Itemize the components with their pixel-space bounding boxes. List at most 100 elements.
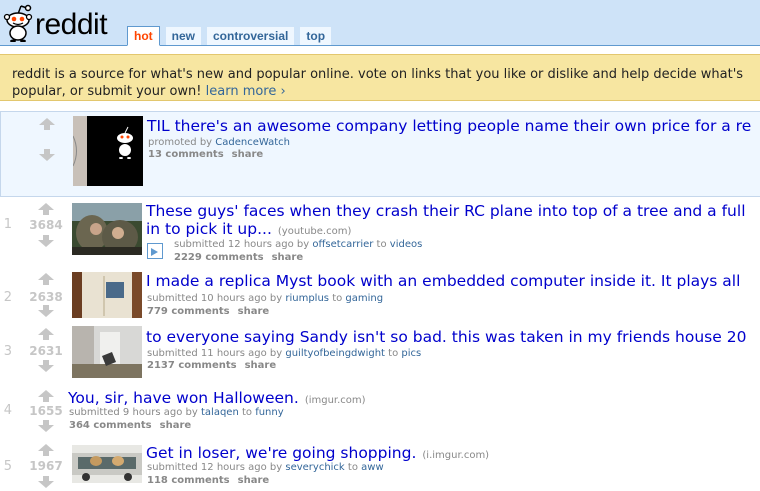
post-score: 3684 [29, 218, 63, 232]
comments-link[interactable]: 2137 comments [147, 360, 237, 371]
share-link[interactable]: share [238, 475, 270, 486]
rc-plane-video-image [72, 203, 142, 255]
share-link[interactable]: share [232, 149, 264, 160]
dogs-in-car-image [72, 445, 142, 483]
infobar-line2: popular, or submit your own! [12, 84, 206, 99]
post-to: to [344, 462, 362, 473]
header: reddit hot new controversial top [0, 0, 760, 46]
post-rank: 2 [3, 290, 12, 305]
subreddit-link[interactable]: aww [361, 462, 384, 473]
post-author-link[interactable]: talaqen [201, 407, 239, 418]
post-domain[interactable]: (imgur.com) [305, 395, 366, 406]
downvote-arrow-icon[interactable] [38, 420, 54, 432]
tab-top[interactable]: top [300, 27, 332, 45]
post-buttons: 2229 comments share [174, 252, 311, 263]
post-rank: 4 [3, 403, 12, 418]
post-tagline: submitted 11 hours ago by guiltyofbeingd… [147, 348, 421, 359]
promoted-link: TIL there's an awesome company letting p… [0, 111, 760, 197]
post-author-link[interactable]: offsetcarrier [312, 239, 373, 250]
post-buttons: 118 comments share [147, 475, 277, 486]
comments-link[interactable]: 779 comments [147, 306, 230, 317]
infobar-text: reddit is a source for what's new and po… [12, 66, 760, 100]
share-link[interactable]: share [245, 360, 277, 371]
comments-link[interactable]: 2229 comments [174, 252, 264, 263]
post-thumbnail[interactable] [72, 272, 142, 318]
post-age: submitted 9 hours ago by [69, 407, 201, 418]
post-score: 1655 [29, 404, 63, 418]
flooded-house-image [72, 326, 142, 378]
expando-button[interactable] [147, 243, 163, 259]
sort-tabs: hot new controversial top [127, 26, 337, 46]
welcome-infobar: reddit is a source for what's new and po… [0, 54, 760, 101]
post-buttons: 779 comments share [147, 306, 277, 317]
share-link[interactable]: share [160, 420, 192, 431]
post-title-text: You, sir, have won Halloween. [68, 389, 299, 407]
post-title[interactable]: to everyone saying Sandy isn't so bad. t… [146, 328, 746, 346]
snoo-alien-icon [3, 4, 33, 42]
post-thumbnail[interactable] [72, 445, 142, 483]
promoted-buttons: 13 comments share [148, 149, 271, 160]
promoted-tagline: promoted by CadenceWatch [148, 137, 290, 148]
post-rank: 5 [3, 459, 12, 474]
post-buttons: 364 comments share [69, 420, 199, 431]
upvote-arrow-icon[interactable] [38, 203, 54, 215]
post-author-link[interactable]: severychick [285, 462, 344, 473]
downvote-arrow-icon[interactable] [38, 360, 54, 372]
post-thumbnail[interactable] [72, 326, 142, 378]
upvote-arrow-icon[interactable] [39, 118, 55, 130]
post-to: to [384, 348, 402, 359]
post-title-text: Get in loser, we're going shopping. [146, 444, 417, 462]
logo-wordmark: reddit [35, 8, 108, 41]
post-tagline: submitted 12 hours ago by offsetcarrier … [174, 239, 422, 250]
subreddit-link[interactable]: funny [255, 407, 283, 418]
tab-controversial[interactable]: controversial [207, 27, 295, 45]
comments-link[interactable]: 364 comments [69, 420, 152, 431]
upvote-arrow-icon[interactable] [38, 390, 54, 402]
post-score: 1967 [29, 459, 63, 473]
promoted-thumbnail[interactable] [73, 116, 143, 186]
upvote-arrow-icon[interactable] [38, 444, 54, 456]
post-age: submitted 11 hours ago by [147, 348, 286, 359]
downvote-arrow-icon[interactable] [39, 149, 55, 161]
subreddit-link[interactable]: gaming [345, 293, 383, 304]
post-thumbnail[interactable] [72, 203, 142, 255]
post-age: submitted 12 hours ago by [147, 462, 286, 473]
subreddit-link[interactable]: videos [390, 239, 423, 250]
comments-link[interactable]: 13 comments [148, 149, 224, 160]
post-domain[interactable]: (i.imgur.com) [422, 450, 489, 461]
post-title[interactable]: These guys' faces when they crash their … [146, 202, 746, 220]
upvote-arrow-icon[interactable] [38, 273, 54, 285]
promoted-title[interactable]: TIL there's an awesome company letting p… [147, 117, 751, 135]
downvote-arrow-icon[interactable] [38, 235, 54, 247]
post-title[interactable]: You, sir, have won Halloween. (imgur.com) [68, 389, 366, 407]
downvote-arrow-icon[interactable] [38, 476, 54, 488]
tab-new[interactable]: new [165, 27, 201, 45]
reddit-logo[interactable]: reddit [2, 2, 108, 42]
post-score: 2638 [29, 290, 63, 304]
upvote-arrow-icon[interactable] [38, 328, 54, 340]
post-title[interactable]: I made a replica Myst book with an embed… [146, 272, 740, 290]
share-link[interactable]: share [272, 252, 304, 263]
post-author-link[interactable]: guiltyofbeingdwight [285, 348, 385, 359]
post-score: 2631 [29, 344, 63, 358]
play-video-icon [151, 248, 158, 256]
post-domain[interactable]: (youtube.com) [278, 226, 351, 237]
post-age: submitted 10 hours ago by [147, 293, 286, 304]
share-link[interactable]: share [238, 306, 270, 317]
post-rank: 3 [3, 344, 12, 359]
learn-more-link[interactable]: learn more › [206, 84, 286, 99]
tab-hot[interactable]: hot [127, 26, 160, 46]
comments-link[interactable]: 118 comments [147, 475, 230, 486]
post-author-link[interactable]: riumplus [285, 293, 329, 304]
subreddit-link[interactable]: pics [401, 348, 421, 359]
post-to: to [329, 293, 346, 304]
infobar-line1: reddit is a source for what's new and po… [12, 67, 744, 82]
post-title-continued[interactable]: in to pick it up... (youtube.com) [146, 220, 351, 238]
downvote-arrow-icon[interactable] [38, 305, 54, 317]
promoted-by-label: promoted by [148, 137, 216, 148]
post-buttons: 2137 comments share [147, 360, 284, 371]
post-title[interactable]: Get in loser, we're going shopping. (i.im… [146, 444, 489, 462]
promoter-link[interactable]: CadenceWatch [215, 137, 290, 148]
post-title-line2: in to pick it up... [146, 220, 272, 238]
post-tagline: submitted 12 hours ago by severychick to… [147, 462, 384, 473]
